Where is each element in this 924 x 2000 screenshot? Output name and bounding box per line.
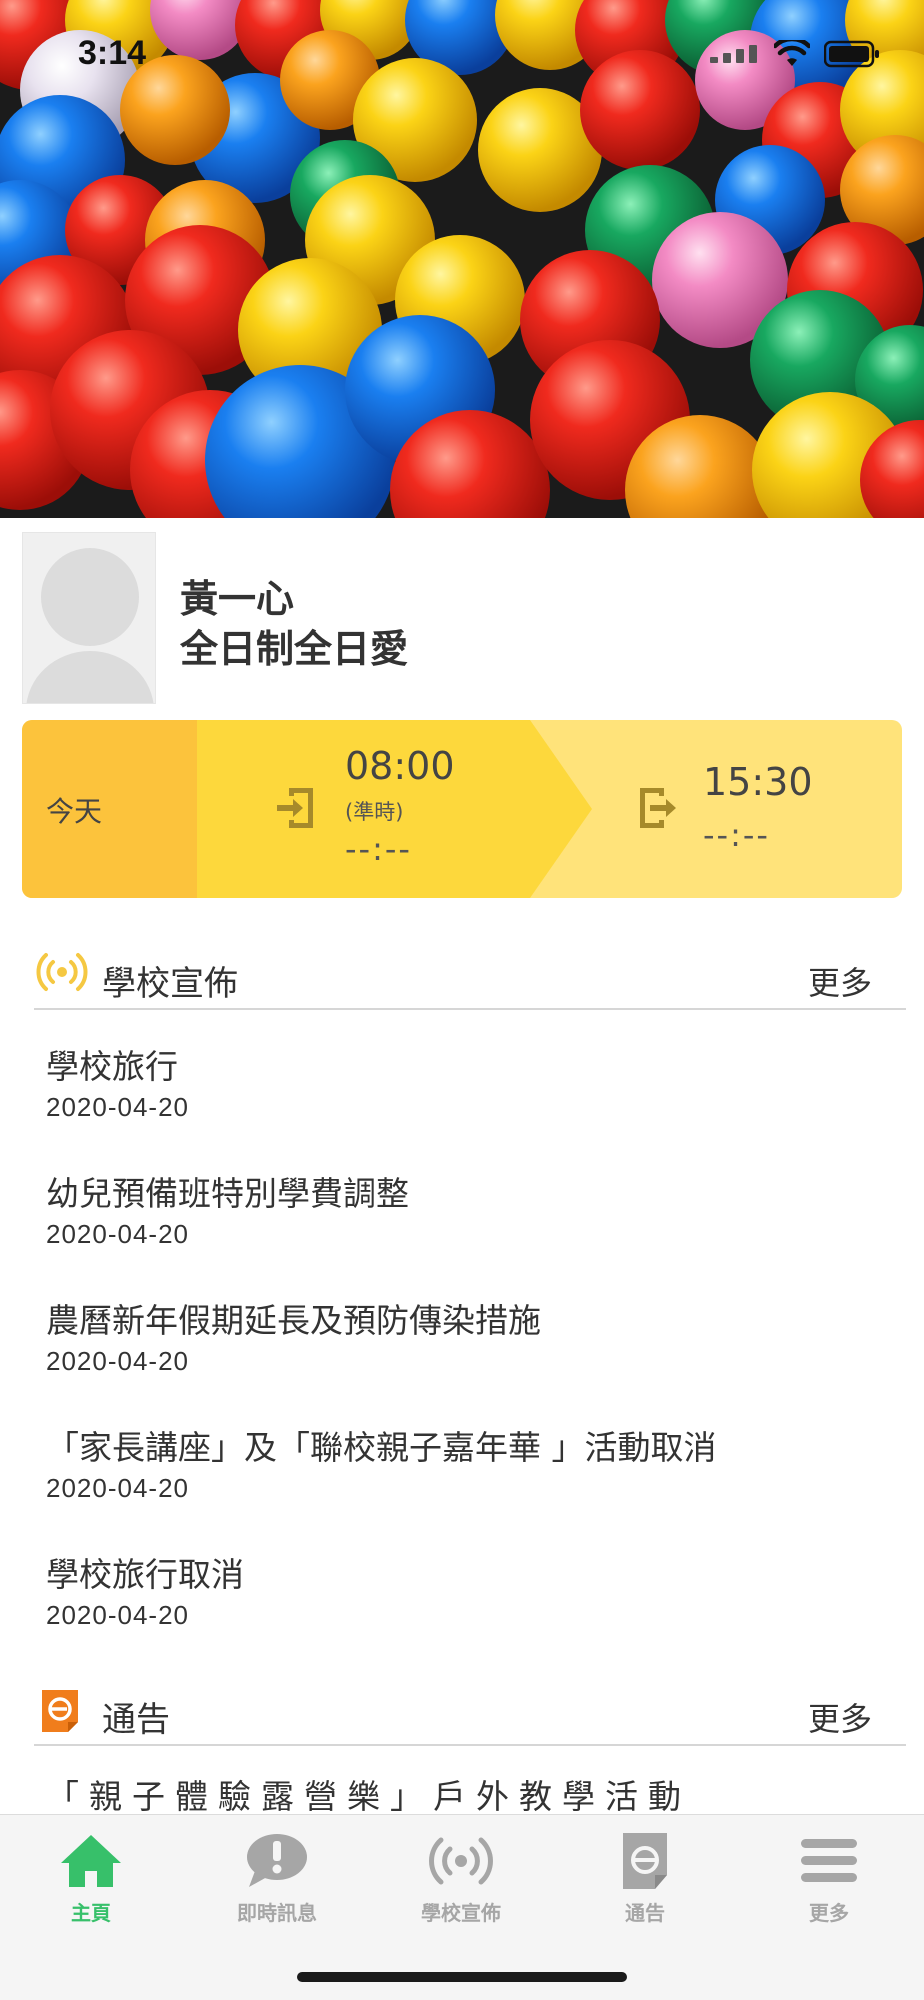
announcement-title: 農曆新年假期延長及預防傳染措施	[46, 1301, 541, 1340]
announcement-date: 2020-04-20	[46, 1600, 189, 1630]
class-name: 全日制全日愛	[180, 627, 409, 671]
announcements-title: 學校宣佈	[102, 964, 238, 1004]
status-icons	[710, 40, 880, 68]
tab-announcements[interactable]: 學校宣佈	[386, 1829, 536, 1939]
student-name: 黃一心	[180, 577, 295, 621]
announcement-title: 學校旅行	[46, 1047, 178, 1086]
student-profile[interactable]: 黃一心 全日制全日愛	[22, 532, 902, 704]
announcement-item[interactable]: 農曆新年假期延長及預防傳染措施 2020-04-20	[46, 1294, 886, 1421]
avatar-placeholder-icon	[26, 548, 154, 703]
status-time: 3:14	[78, 34, 147, 72]
check-out-icon	[640, 788, 676, 828]
announcement-item[interactable]: 學校旅行 2020-04-20	[46, 1040, 886, 1167]
announcement-item[interactable]: 幼兒預備班特別學費調整 2020-04-20	[46, 1167, 886, 1294]
tab-messages-label: 即時訊息	[237, 1901, 317, 1925]
announcement-title: 「家長講座」及「聯校親子嘉年華 」活動取消	[46, 1428, 717, 1467]
broadcast-icon	[36, 953, 88, 991]
check-in-cell: 08:00 (準時) --:--	[197, 720, 592, 898]
announcement-item[interactable]: 學校旅行取消 2020-04-20	[46, 1548, 886, 1675]
announcement-item[interactable]: 「家長講座」及「聯校親子嘉年華 」活動取消 2020-04-20	[46, 1421, 886, 1548]
attendance-card: 今天 08:00 (準時) --:-- 15:30 --:--	[22, 720, 902, 898]
attendance-today-cell: 今天	[22, 720, 197, 898]
menu-icon	[801, 1839, 857, 1882]
announcement-date: 2020-04-20	[46, 1346, 189, 1376]
tab-notices[interactable]: 通告	[570, 1829, 720, 1939]
announcement-date: 2020-04-20	[46, 1473, 189, 1503]
tab-notices-label: 通告	[625, 1901, 665, 1925]
notice-icon	[42, 1690, 78, 1732]
tab-announcements-label: 學校宣佈	[421, 1901, 501, 1925]
tab-more[interactable]: 更多	[754, 1829, 904, 1939]
broadcast-icon	[429, 1837, 493, 1885]
tab-more-label: 更多	[809, 1901, 849, 1925]
today-label: 今天	[46, 795, 103, 828]
announcement-date: 2020-04-20	[46, 1219, 189, 1249]
announcements-header: 學校宣佈 更多	[34, 934, 906, 1010]
check-out-actual-time: --:--	[703, 816, 770, 854]
notices-header: 通告 更多	[34, 1670, 906, 1746]
signal-icon	[710, 45, 757, 63]
announcement-title: 幼兒預備班特別學費調整	[46, 1174, 409, 1213]
check-in-icon	[277, 788, 313, 828]
announcement-title: 學校旅行取消	[46, 1555, 244, 1594]
wifi-icon	[774, 40, 810, 66]
check-in-scheduled-time: 08:00	[345, 744, 455, 788]
home-icon	[61, 1835, 121, 1887]
notice-icon	[623, 1833, 667, 1889]
message-alert-icon	[247, 1834, 307, 1887]
notice-item-title[interactable]: 「親子體驗露營樂」戶外教學活動	[46, 1770, 691, 1818]
tab-home[interactable]: 主頁	[16, 1829, 166, 1939]
announcement-date: 2020-04-20	[46, 1092, 189, 1122]
tab-messages[interactable]: 即時訊息	[202, 1829, 352, 1939]
notices-title: 通告	[102, 1700, 170, 1740]
home-indicator[interactable]	[297, 1972, 627, 1982]
avatar[interactable]	[22, 532, 156, 704]
notices-more-link[interactable]: 更多	[808, 1694, 872, 1740]
check-in-status: (準時)	[345, 800, 404, 824]
check-out-scheduled-time: 15:30	[703, 760, 813, 804]
battery-icon	[824, 40, 879, 68]
tab-home-label: 主頁	[71, 1901, 111, 1925]
announcements-more-link[interactable]: 更多	[808, 958, 872, 1004]
check-in-actual-time: --:--	[345, 830, 412, 868]
status-bar: 3:14	[0, 0, 924, 110]
